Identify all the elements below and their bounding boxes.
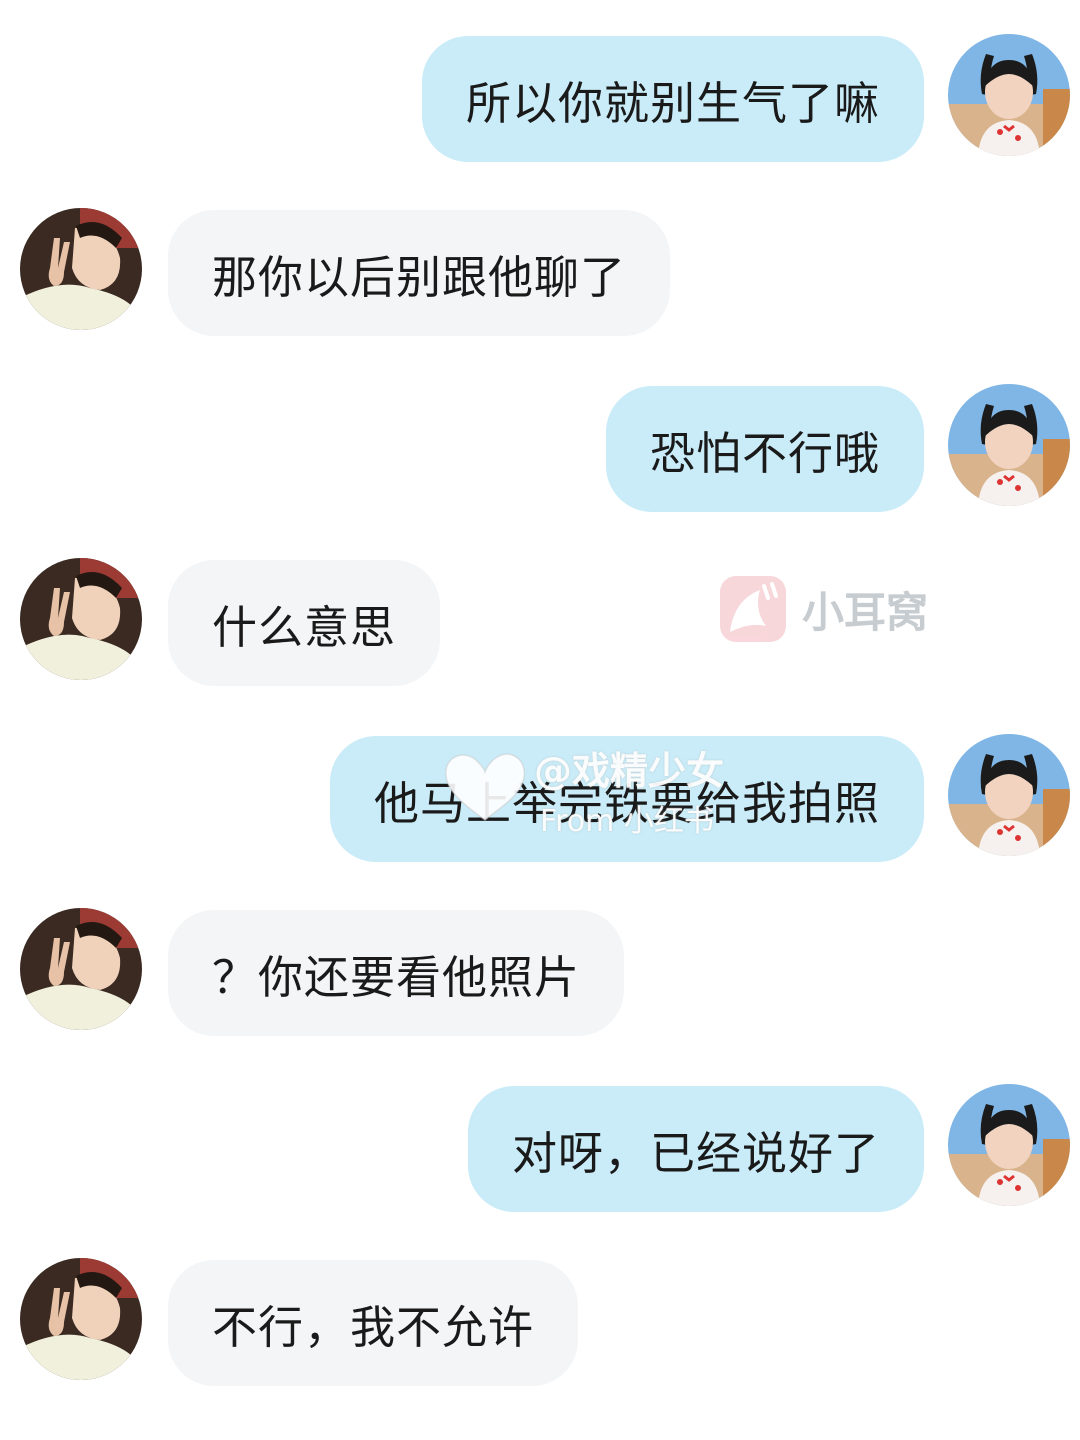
message-row-received: ？你还要看他照片 — [0, 908, 1080, 1040]
message-bubble-sent[interactable]: 恐怕不行哦 — [605, 386, 924, 512]
message-row-sent: 对呀，已经说好了 — [0, 1084, 1080, 1216]
avatar-girl-icon — [948, 1084, 1070, 1206]
avatar-girl-icon — [948, 34, 1070, 156]
avatar-boy-icon — [20, 908, 142, 1030]
avatar-boy-icon — [20, 1258, 142, 1380]
avatar-boy-icon — [20, 558, 142, 680]
message-bubble-received[interactable]: 什么意思 — [168, 560, 441, 686]
message-bubble-sent[interactable]: 所以你就别生气了嘛 — [421, 36, 924, 162]
xiaoerwo-logo-icon — [720, 576, 786, 642]
message-text: 那你以后别跟他聊了 — [212, 250, 627, 304]
avatar-girl-icon — [948, 384, 1070, 506]
contact-avatar[interactable] — [20, 1258, 142, 1380]
message-bubble-sent[interactable]: 他马上举完铁要给我拍照 — [329, 736, 924, 862]
my-avatar[interactable] — [948, 384, 1070, 506]
message-bubble-received[interactable]: 那你以后别跟他聊了 — [168, 210, 671, 336]
message-text: 恐怕不行哦 — [649, 426, 880, 480]
message-row-sent: 所以你就别生气了嘛 — [0, 34, 1080, 166]
message-bubble-received[interactable]: ？你还要看他照片 — [168, 910, 625, 1036]
message-text: 他马上举完铁要给我拍照 — [373, 776, 880, 830]
message-row-sent: 恐怕不行哦 — [0, 384, 1080, 516]
message-text: 什么意思 — [212, 600, 397, 654]
message-row-received: 不行，我不允许 — [0, 1258, 1080, 1390]
message-bubble-received[interactable]: 不行，我不允许 — [168, 1260, 579, 1386]
message-text: 不行，我不允许 — [212, 1300, 535, 1354]
my-avatar[interactable] — [948, 734, 1070, 856]
contact-avatar[interactable] — [20, 908, 142, 1030]
message-text: 对呀，已经说好了 — [511, 1126, 880, 1180]
message-row-received: 那你以后别跟他聊了 — [0, 208, 1080, 340]
avatar-girl-icon — [948, 734, 1070, 856]
message-text: 所以你就别生气了嘛 — [465, 76, 880, 130]
my-avatar[interactable] — [948, 34, 1070, 156]
app-watermark-text: 小耳窝 — [802, 587, 929, 637]
contact-avatar[interactable] — [20, 558, 142, 680]
avatar-boy-icon — [20, 208, 142, 330]
app-watermark: 小耳窝 — [720, 576, 928, 642]
contact-avatar[interactable] — [20, 208, 142, 330]
message-bubble-sent[interactable]: 对呀，已经说好了 — [467, 1086, 924, 1212]
message-text: ？你还要看他照片 — [212, 950, 581, 1004]
my-avatar[interactable] — [948, 1084, 1070, 1206]
message-row-sent: 他马上举完铁要给我拍照 — [0, 734, 1080, 866]
